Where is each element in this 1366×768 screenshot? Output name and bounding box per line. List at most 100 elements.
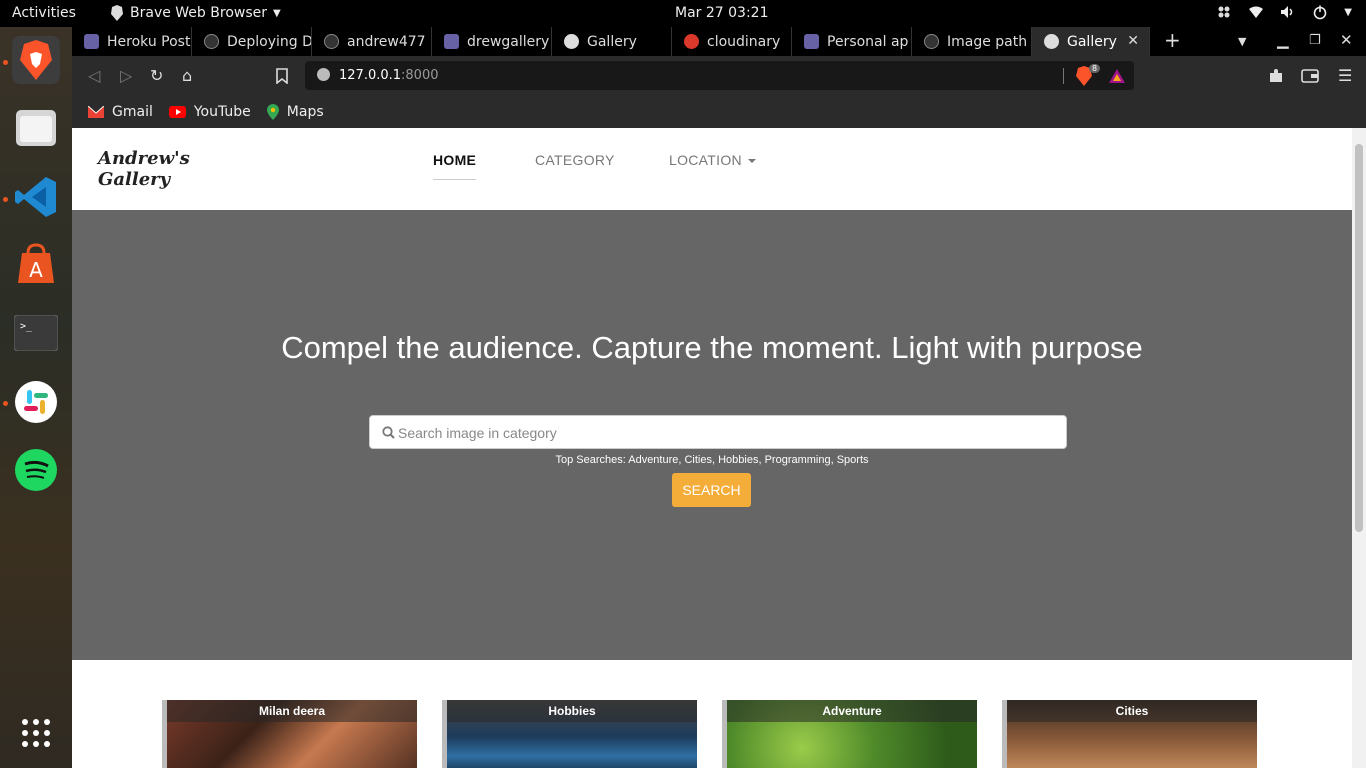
browser-window: Heroku Post Deploying D andrew477 drewga… — [72, 27, 1366, 768]
search-button[interactable]: SEARCH — [672, 473, 751, 507]
tab[interactable]: Image path — [912, 27, 1032, 56]
dock-show-applications[interactable] — [12, 709, 60, 757]
page-scrollbar[interactable] — [1352, 128, 1366, 768]
close-tab-icon[interactable]: ✕ — [1127, 33, 1139, 49]
wallet-icon[interactable] — [1301, 69, 1319, 83]
system-top-bar: Activities Brave Web Browser ▼ Mar 27 03… — [0, 0, 1366, 27]
dock-spotify[interactable] — [12, 446, 60, 494]
caret-down-icon — [747, 159, 756, 164]
slack-tray-icon[interactable] — [1216, 4, 1232, 20]
card-label: Milan deera — [167, 700, 417, 722]
home-icon[interactable]: ⌂ — [182, 66, 192, 85]
terminal-icon: >_ — [14, 315, 58, 351]
power-icon[interactable] — [1312, 4, 1328, 20]
dock: A >_ — [0, 27, 72, 768]
search-input[interactable] — [398, 422, 1048, 444]
reload-icon[interactable]: ↻ — [150, 66, 163, 85]
tab[interactable]: Deploying D — [192, 27, 312, 56]
scrollbar-thumb[interactable] — [1355, 144, 1363, 532]
card-label: Hobbies — [447, 700, 697, 722]
menu-icon[interactable]: ☰ — [1338, 66, 1352, 85]
tab-search-chevron-icon[interactable]: ▼ — [1238, 35, 1246, 48]
bookmark-icon[interactable] — [276, 68, 288, 84]
tab-title: cloudinary — [707, 33, 781, 50]
activities-button[interactable]: Activities — [12, 5, 76, 21]
bookmark-label: Gmail — [112, 104, 153, 120]
svg-text:>_: >_ — [20, 321, 33, 332]
dock-slack[interactable] — [12, 378, 60, 426]
tab-title: Deploying D — [227, 33, 312, 50]
github-icon — [324, 34, 339, 49]
url-host: 127.0.0.1 — [339, 68, 402, 83]
app-menu[interactable]: Brave Web Browser ▼ — [110, 5, 281, 21]
card-label: Cities — [1007, 700, 1257, 722]
nav-location-dropdown[interactable]: LOCATION — [669, 152, 756, 168]
slack-icon — [15, 381, 57, 423]
tab-title: Gallery — [587, 33, 637, 50]
nav-home[interactable]: HOME — [433, 152, 477, 180]
wifi-icon[interactable] — [1248, 4, 1264, 20]
dock-terminal[interactable]: >_ — [12, 309, 60, 357]
chevron-down-icon: ▼ — [273, 7, 281, 19]
running-indicator — [3, 401, 8, 406]
tab[interactable]: andrew477 — [312, 27, 432, 56]
hero-section: Compel the audience. Capture the moment.… — [72, 210, 1352, 660]
site-logo[interactable]: Andrew's Gallery — [98, 148, 190, 190]
bookmark-label: YouTube — [193, 104, 251, 120]
dock-vscode[interactable] — [12, 173, 60, 221]
volume-icon[interactable] — [1280, 4, 1296, 20]
hero-headline: Compel the audience. Capture the moment.… — [281, 330, 1143, 365]
dock-software[interactable]: A — [12, 241, 60, 289]
card-label: Adventure — [727, 700, 977, 722]
brave-rewards-icon[interactable] — [1108, 68, 1126, 84]
dock-files[interactable] — [12, 104, 60, 152]
tab[interactable]: cloudinary — [672, 27, 792, 56]
search-box[interactable] — [369, 415, 1067, 449]
category-card[interactable]: Cities — [1002, 700, 1257, 768]
window-close-icon[interactable]: ✕ — [1340, 31, 1353, 49]
back-icon[interactable]: ◁ — [88, 66, 100, 85]
site-info-icon[interactable] — [317, 68, 330, 81]
minimize-icon[interactable]: ▁ — [1277, 31, 1289, 49]
top-searches-text: Top Searches: Adventure, Cities, Hobbies… — [555, 454, 869, 466]
page-viewport: Andrew's Gallery HOME CATEGORY LOCATION … — [72, 128, 1366, 768]
bookmark-youtube[interactable]: YouTube — [168, 104, 251, 120]
category-card[interactable]: Milan deera — [162, 700, 417, 768]
svg-text:A: A — [29, 258, 43, 282]
globe-icon — [1044, 34, 1059, 49]
shields-count-badge: 8 — [1089, 64, 1101, 73]
system-tray[interactable]: ▼ — [1216, 4, 1352, 20]
category-card[interactable]: Hobbies — [442, 700, 697, 768]
site-navbar: Andrew's Gallery HOME CATEGORY LOCATION — [72, 128, 1352, 210]
bookmark-label: Maps — [286, 104, 324, 120]
nav-category[interactable]: CATEGORY — [535, 152, 615, 168]
tab-title: Gallery — [1067, 33, 1117, 50]
clock[interactable]: Mar 27 03:21 — [675, 5, 768, 21]
tab-title: Image path — [947, 33, 1028, 50]
tab[interactable]: Personal ap — [792, 27, 912, 56]
bookmark-gmail[interactable]: Gmail — [88, 104, 153, 120]
globe-icon — [564, 34, 579, 49]
extensions-icon[interactable] — [1268, 68, 1284, 84]
tab[interactable]: drewgallery — [432, 27, 552, 56]
youtube-icon — [168, 106, 186, 118]
category-card[interactable]: Adventure — [722, 700, 977, 768]
new-tab-icon[interactable]: + — [1164, 28, 1181, 52]
forward-icon[interactable]: ▷ — [120, 66, 132, 85]
tab[interactable]: Heroku Post — [72, 27, 192, 56]
dock-brave[interactable] — [12, 36, 60, 84]
maximize-icon[interactable]: ❐ — [1309, 33, 1321, 48]
gmail-icon — [88, 106, 104, 118]
running-indicator — [3, 60, 8, 65]
chevron-down-icon[interactable]: ▼ — [1344, 7, 1352, 18]
bookmarks-bar: Gmail YouTube Maps — [72, 96, 1366, 128]
tab-title: andrew477 — [347, 33, 426, 50]
url-text[interactable]: 127.0.0.1:8000 — [339, 68, 439, 83]
browser-toolbar: ◁ ▷ ↻ ⌂ 127.0.0.1:8000 8 ☰ — [72, 56, 1366, 96]
tab-active[interactable]: Gallery ✕ — [1032, 27, 1150, 56]
address-bar[interactable]: 127.0.0.1:8000 8 — [305, 61, 1134, 90]
bookmark-maps[interactable]: Maps — [266, 104, 324, 120]
nav-location-label: LOCATION — [669, 152, 742, 168]
tab[interactable]: Gallery — [552, 27, 672, 56]
logo-line-2: Gallery — [98, 169, 171, 190]
